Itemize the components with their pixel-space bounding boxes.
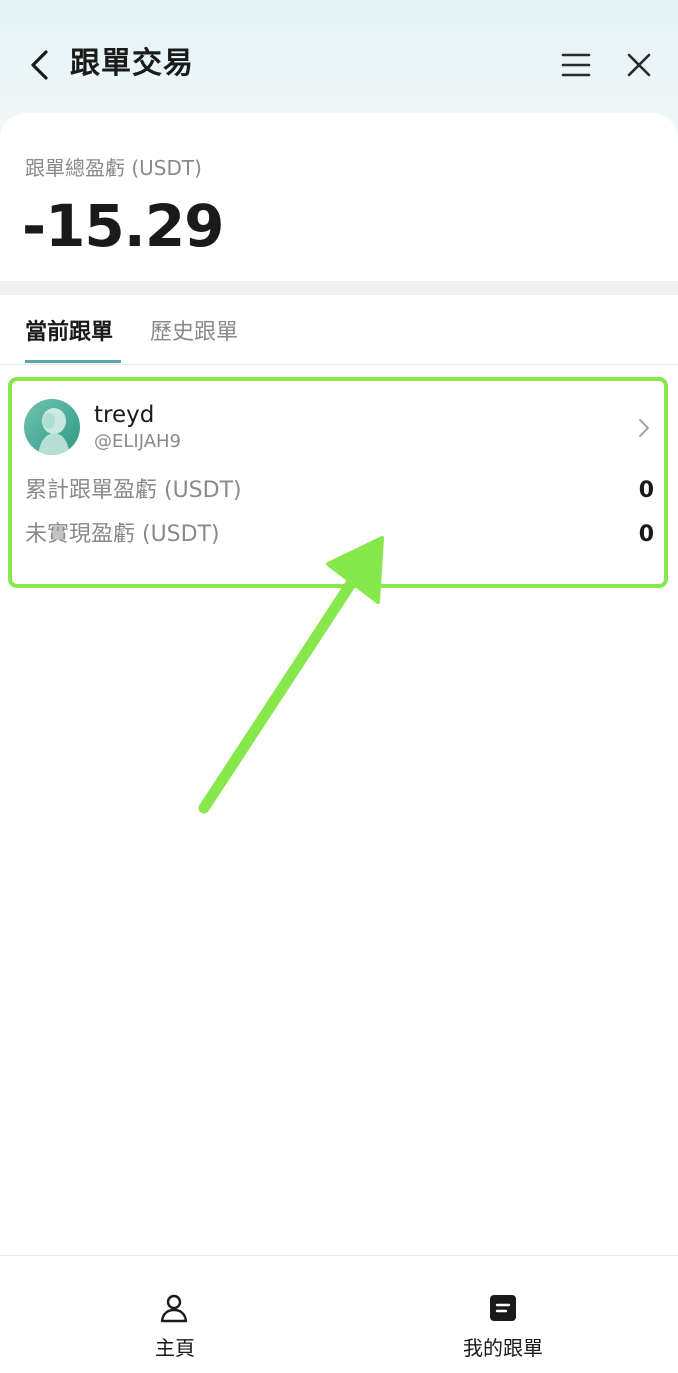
cumulative-pnl-value: 0 — [638, 478, 654, 503]
trader-handle: @ELIJAH9 — [94, 431, 182, 452]
section-divider — [0, 281, 678, 295]
close-icon[interactable] — [624, 50, 654, 80]
tabs-divider — [0, 364, 678, 365]
tab-current-copy-trades[interactable]: 當前跟單 — [25, 318, 113, 348]
active-tab-indicator — [25, 360, 121, 363]
person-icon — [160, 1294, 188, 1323]
avatar — [24, 399, 80, 455]
total-pnl-value: -15.29 — [22, 192, 225, 260]
page-title: 跟單交易 — [70, 46, 194, 81]
nav-my-copy-trades-label: 我的跟單 — [463, 1336, 543, 1360]
unrealized-pnl-value: 0 — [638, 522, 654, 547]
total-pnl-label: 跟單總盈虧 (USDT) — [25, 156, 202, 180]
nav-my-copy-trades[interactable]: 我的跟單 — [339, 1256, 678, 1373]
annotation-arrow-icon — [198, 536, 384, 814]
trader-name: treyd — [94, 402, 155, 428]
chevron-right-icon[interactable] — [636, 417, 652, 439]
back-arrow-icon[interactable] — [26, 48, 54, 82]
cumulative-pnl-label: 累計跟單盈虧 (USDT) — [25, 478, 242, 503]
document-icon — [490, 1295, 516, 1321]
tab-history-copy-trades[interactable]: 歷史跟單 — [150, 318, 238, 348]
menu-icon[interactable] — [560, 50, 592, 80]
bottom-navigation: 主頁 我的跟單 — [0, 1255, 678, 1373]
